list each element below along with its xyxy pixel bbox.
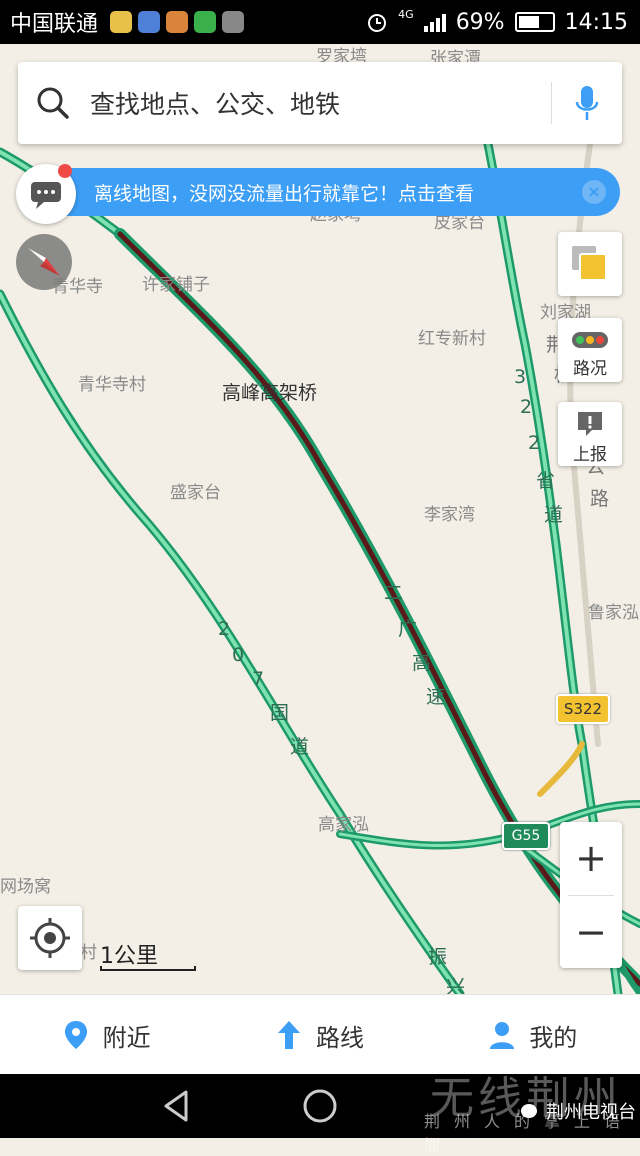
road-label: 2 <box>528 432 541 454</box>
battery-icon <box>514 12 555 32</box>
place-label: 网场窝 <box>0 877 51 897</box>
locate-button[interactable] <box>18 906 82 970</box>
report-button[interactable]: 上报 <box>558 402 622 466</box>
traffic-light-icon <box>572 332 608 348</box>
offline-map-banner[interactable]: 离线地图，没网没流量出行就靠它！点击查看 <box>60 168 620 216</box>
search-icon <box>36 86 70 120</box>
place-label-landmark: 高峰高架桥 <box>222 382 318 404</box>
place-label: 红专新村 <box>418 329 486 349</box>
nav-label: 路线 <box>315 1023 364 1052</box>
road-label: 振 <box>428 946 448 968</box>
location-pin-icon <box>63 1019 89 1051</box>
compass-icon[interactable] <box>16 234 72 290</box>
place-label: 李家湾 <box>424 505 475 525</box>
road-label: 3 <box>514 366 527 388</box>
map-app-icon <box>138 11 161 33</box>
close-icon[interactable] <box>582 180 606 204</box>
user-icon <box>489 1019 515 1051</box>
road-label: 国 <box>270 702 290 724</box>
road-label: 兴 <box>446 976 466 994</box>
report-icon <box>578 412 602 436</box>
route-shield-s322: S322 <box>556 694 610 724</box>
place-label: 盛家台 <box>170 483 221 503</box>
crosshair-icon <box>30 918 70 958</box>
network-type: 4G <box>398 7 414 21</box>
signal-icon <box>423 12 446 32</box>
road-label: 7 <box>252 668 265 690</box>
place-label: 鲁家泓 <box>588 603 639 623</box>
zoom-control: + − <box>560 822 622 968</box>
scale-bar <box>100 966 196 971</box>
weather-app-icon <box>110 11 133 33</box>
place-label: 高家泓 <box>318 815 369 835</box>
search-bar[interactable]: 查找地点、公交、地铁 <box>18 62 622 144</box>
road-label: 2 <box>218 618 231 640</box>
road-label: 高 <box>412 652 432 674</box>
layers-icon <box>572 246 607 281</box>
road-label: 0 <box>232 644 245 666</box>
road-label: 速 <box>426 686 446 708</box>
route-shield-g55: G55 <box>502 822 550 850</box>
place-label: 青华寺村 <box>78 375 146 395</box>
place-label: 村 <box>80 943 97 963</box>
watermark-tag-text: 荆州电视台 <box>546 1102 636 1123</box>
notification-icons <box>110 11 245 33</box>
wechat-icon <box>194 11 217 33</box>
app-notification-icon <box>222 11 245 33</box>
zoom-out-button[interactable]: − <box>560 896 622 968</box>
place-label: 许家铺子 <box>142 275 210 295</box>
microphone-icon[interactable] <box>574 84 600 124</box>
road-label: 省 <box>536 470 556 492</box>
alarm-icon <box>368 14 387 32</box>
status-bar: 中国联通 4G 69% 14:15 <box>0 0 640 44</box>
banner-text: 离线地图，没网没流量出行就靠它！点击查看 <box>94 182 475 205</box>
traffic-button[interactable]: 路况 <box>558 318 622 382</box>
battery-percent: 69% <box>455 9 505 35</box>
road-label: 道 <box>544 504 564 526</box>
road-label: 广 <box>398 618 418 640</box>
traffic-label: 路况 <box>573 359 607 379</box>
notification-dot <box>58 164 72 178</box>
layers-button[interactable] <box>558 232 622 296</box>
home-icon[interactable] <box>300 1086 340 1126</box>
wechat-icon <box>521 1104 537 1118</box>
nav-label: 我的 <box>529 1023 578 1052</box>
zoom-in-button[interactable]: + <box>560 822 622 894</box>
back-icon[interactable] <box>158 1086 198 1126</box>
battery-level <box>518 16 540 28</box>
report-label: 上报 <box>573 445 607 465</box>
search-placeholder: 查找地点、公交、地铁 <box>90 90 341 119</box>
clock: 14:15 <box>564 9 628 35</box>
road-label: 二 <box>384 582 404 604</box>
nav-nearby[interactable]: 附近 <box>0 995 213 1075</box>
shopping-app-icon <box>166 11 189 33</box>
road-label: 2 <box>520 396 533 418</box>
nav-route[interactable]: 路线 <box>213 995 426 1075</box>
road-ramp <box>537 741 585 797</box>
carrier-label: 中国联通 <box>10 12 99 37</box>
watermark-tag: 荆州电视台 <box>520 1098 636 1124</box>
road-label: 路 <box>590 488 610 510</box>
nav-label: 附近 <box>102 1023 151 1052</box>
route-arrow-icon <box>276 1019 302 1051</box>
divider <box>551 82 552 124</box>
road-label: 道 <box>290 736 310 758</box>
